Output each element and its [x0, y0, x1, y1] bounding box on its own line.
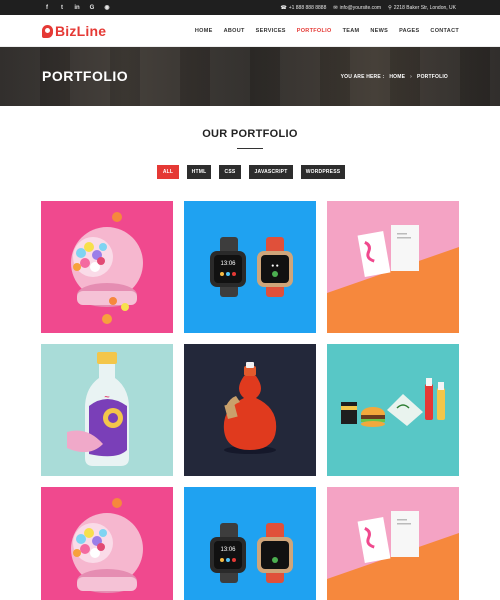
smart-watches-icon: 13:06 ● ●	[184, 201, 316, 333]
portfolio-item[interactable]	[184, 344, 316, 476]
portfolio-item[interactable]: ~	[41, 344, 173, 476]
page-title: PORTFOLIO	[42, 68, 129, 84]
email-address[interactable]: info@yoursite.com	[340, 5, 381, 11]
burger-branding-icon	[327, 344, 459, 476]
smart-watches-icon: 13:06	[184, 487, 316, 600]
phone-number: +1 888 888 8888	[288, 4, 327, 11]
portfolio-item[interactable]: 13:06	[184, 487, 316, 600]
contact-info: ☎ +1 888 888 8888 ✉ info@yoursite.com ⚲ 221…	[280, 0, 456, 15]
logo[interactable]: BizLine	[42, 23, 106, 39]
watch-time-left: 13:06	[220, 547, 236, 553]
location-pin-icon: ⚲	[388, 4, 392, 11]
filter-javascript[interactable]: JAVASCRIPT	[249, 165, 293, 179]
nav-portfolio[interactable]: PORTFOLIO	[297, 28, 332, 34]
bottle-illustration-icon: ~	[41, 344, 173, 476]
nav-home[interactable]: HOME	[195, 28, 213, 34]
business-cards-icon	[327, 487, 459, 600]
nav-contact[interactable]: CONTACT	[430, 28, 459, 34]
svg-text:● ●: ● ●	[271, 263, 278, 269]
filter-css[interactable]: CSS	[219, 165, 241, 179]
breadcrumb-home[interactable]: HOME	[389, 74, 405, 80]
main-nav: HOME ABOUT SERVICES PORTFOLIO TEAM NEWS …	[195, 15, 459, 47]
breadcrumb-separator: ›	[410, 74, 413, 80]
filter-all[interactable]: ALL	[157, 165, 179, 179]
facebook-icon[interactable]: f	[44, 0, 50, 15]
svg-text:~: ~	[104, 392, 109, 402]
nav-pages[interactable]: PAGES	[399, 28, 419, 34]
portfolio-item[interactable]	[327, 201, 459, 333]
breadcrumb-current: PORTFOLIO	[417, 74, 448, 80]
twitter-icon[interactable]: t	[59, 0, 65, 15]
phone-icon: ☎	[280, 4, 287, 11]
section-title: OUR PORTFOLIO	[202, 128, 298, 140]
candy-helmet-icon	[41, 201, 173, 333]
portfolio-item[interactable]	[41, 201, 173, 333]
nav-about[interactable]: ABOUT	[224, 28, 245, 34]
nav-team[interactable]: TEAM	[343, 28, 360, 34]
portfolio-grid: 13:06 ● ● ~ 13:06	[41, 201, 459, 600]
social-links: f t in G ◉	[44, 0, 110, 15]
top-bar: f t in G ◉ ☎ +1 888 888 8888 ✉ info@yoursi…	[0, 0, 500, 15]
filter-html[interactable]: HTML	[187, 165, 211, 179]
logo-text: BizLine	[55, 23, 107, 39]
logo-mark-icon	[42, 24, 53, 38]
mail-icon: ✉	[333, 4, 338, 11]
portfolio-filters: ALL HTML CSS JAVASCRIPT WORDPRESS	[157, 165, 345, 179]
breadcrumb: YOU ARE HERE : HOME › PORTFOLIO	[341, 74, 448, 80]
address-info: ⚲ 2218 Baker Str, London, UK	[388, 5, 456, 11]
portfolio-item[interactable]	[327, 487, 459, 600]
email-info[interactable]: ✉ info@yoursite.com	[333, 5, 381, 11]
title-divider	[237, 148, 263, 149]
linkedin-icon[interactable]: in	[74, 0, 80, 15]
address: 2218 Baker Str, London, UK	[393, 4, 456, 11]
filter-wordpress[interactable]: WORDPRESS	[301, 165, 345, 179]
portfolio-item[interactable]	[41, 487, 173, 600]
rss-icon[interactable]: ◉	[104, 0, 110, 15]
breadcrumb-prefix: YOU ARE HERE :	[340, 74, 385, 80]
nav-news[interactable]: NEWS	[370, 28, 388, 34]
google-plus-icon[interactable]: G	[89, 0, 95, 15]
watch-time-left: 13:06	[220, 261, 236, 267]
nav-services[interactable]: SERVICES	[256, 28, 286, 34]
business-cards-icon	[327, 201, 459, 333]
page-banner: PORTFOLIO YOU ARE HERE : HOME › PORTFOLI…	[0, 47, 500, 106]
candy-helmet-icon	[41, 487, 173, 600]
phone-info: ☎ +1 888 888 8888	[280, 5, 326, 11]
portfolio-item[interactable]	[327, 344, 459, 476]
main-header: BizLine HOME ABOUT SERVICES PORTFOLIO TE…	[0, 15, 500, 47]
red-gourd-bottle-icon	[184, 344, 316, 476]
portfolio-item[interactable]: 13:06 ● ●	[184, 201, 316, 333]
